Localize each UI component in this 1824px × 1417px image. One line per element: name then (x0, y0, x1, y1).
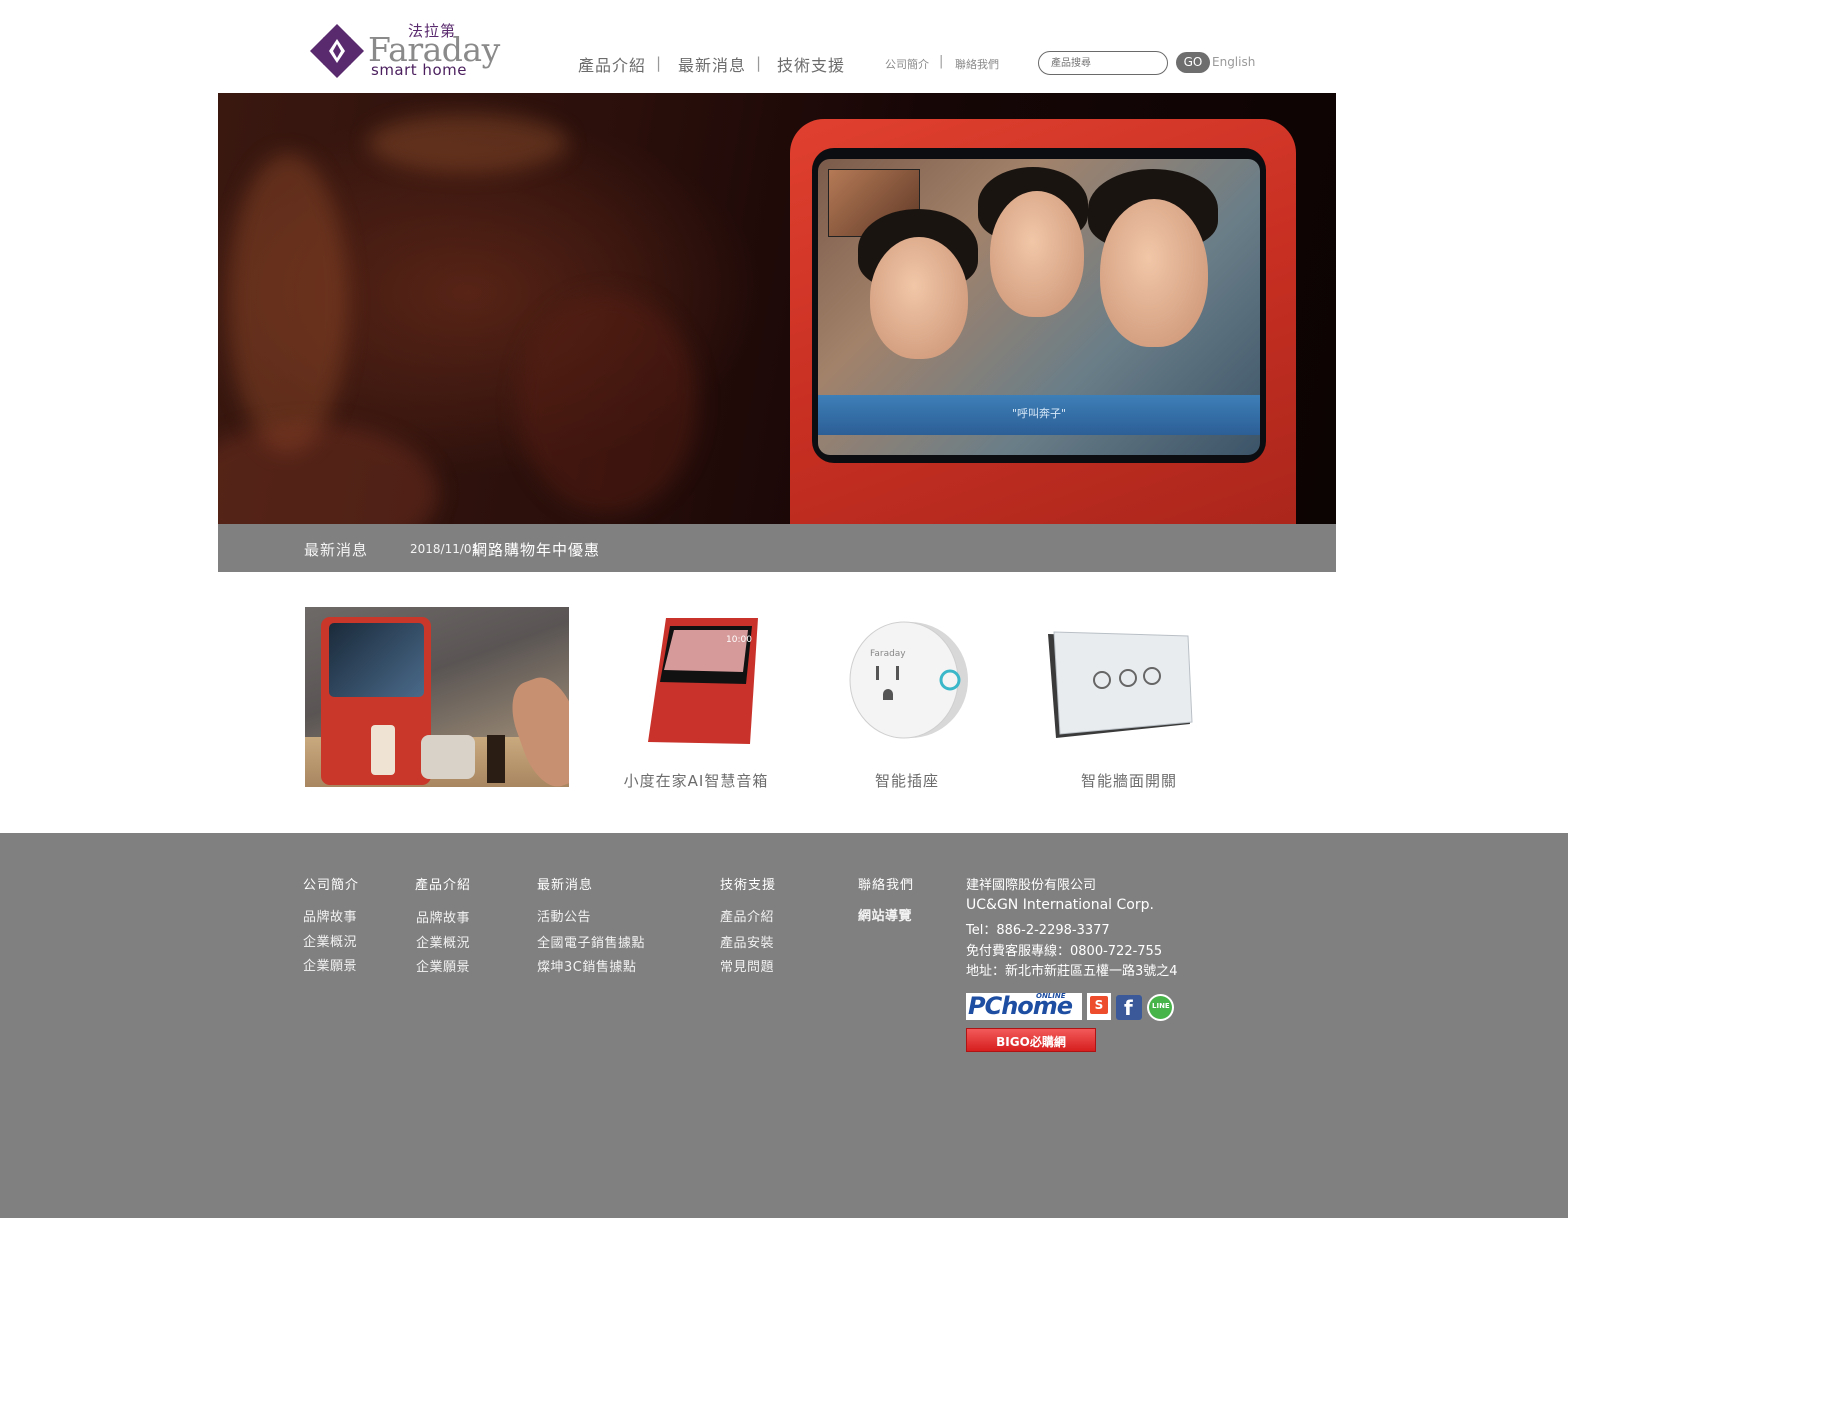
news-ticker: 最新消息 2018/11/01 網路購物年中優惠 (218, 524, 1336, 572)
news-label: 最新消息 (304, 541, 369, 559)
product-name-switch[interactable]: 智能牆面開關 (1064, 770, 1194, 791)
footer-col-about[interactable]: 公司簡介 (303, 874, 359, 893)
nav-separator: | (756, 54, 762, 72)
footer-link[interactable]: 企業願景 (416, 956, 470, 975)
nav-separator: | (656, 54, 662, 72)
footer-link[interactable]: 全國電子銷售據點 (537, 932, 645, 951)
subnav-separator: | (939, 54, 944, 69)
news-date: 2018/11/01 (410, 542, 480, 556)
pchome-store-link[interactable]: PChome ONLINE (966, 992, 1082, 1020)
subnav-about[interactable]: 公司簡介 (885, 56, 929, 72)
company-name-en: UC&GN International Corp. (966, 897, 1154, 913)
product-name-speaker[interactable]: 小度在家AI智慧音箱 (612, 770, 780, 791)
search-go-button[interactable]: GO (1176, 52, 1210, 73)
footer-link[interactable]: 燦坤3C銷售據點 (537, 956, 636, 975)
company-tel: Tel：886-2-2298-3377 (966, 923, 1110, 938)
facebook-icon[interactable]: f (1116, 995, 1142, 1020)
footer-link[interactable]: 品牌故事 (303, 906, 357, 925)
shopee-store-link[interactable]: S (1087, 993, 1111, 1020)
company-name-cn: 建祥國際股份有限公司 (966, 878, 1097, 893)
news-title-link[interactable]: 網路購物年中優惠 (472, 539, 600, 560)
logo-tagline: smart home (371, 61, 467, 79)
smart-plug-icon[interactable]: Faraday (846, 618, 970, 742)
footer-link[interactable]: 品牌故事 (416, 907, 470, 926)
product-search-input[interactable] (1038, 51, 1168, 75)
nav-news[interactable]: 最新消息 (678, 52, 746, 76)
subnav-contact[interactable]: 聯絡我們 (955, 56, 999, 72)
nav-support[interactable]: 技術支援 (777, 52, 845, 76)
product-video-thumbnail[interactable] (305, 607, 569, 787)
voice-caption-text: "呼叫奔子" (1011, 407, 1067, 420)
footer-col-news[interactable]: 最新消息 (537, 874, 593, 893)
nav-products[interactable]: 產品介紹 (578, 52, 646, 76)
wall-switch-icon[interactable] (1044, 630, 1194, 740)
footer-link[interactable]: 企業概況 (303, 931, 357, 950)
footer-link[interactable]: 產品安裝 (720, 932, 774, 951)
site-footer (0, 833, 1568, 1218)
logo-flower-icon (310, 24, 364, 78)
product-name-plug[interactable]: 智能插座 (846, 770, 968, 791)
company-hotline: 免付費客服專線：0800-722-755 (966, 944, 1163, 959)
svg-text:10:00: 10:00 (726, 635, 752, 645)
bigo-logo-text: BIGO必購網 (996, 1035, 1066, 1049)
footer-col-contact[interactable]: 聯絡我們 (858, 874, 914, 893)
smart-speaker-icon[interactable]: 10:00 (640, 612, 766, 750)
site-logo[interactable]: 法拉第 Faraday smart home (308, 18, 500, 84)
footer-link[interactable]: 企業願景 (303, 955, 357, 974)
shopee-bag-icon: S (1090, 996, 1108, 1014)
footer-col-products[interactable]: 產品介紹 (415, 874, 471, 893)
hero-banner[interactable]: "呼叫奔子" (218, 93, 1336, 524)
footer-link[interactable]: 企業概況 (416, 932, 470, 951)
footer-link[interactable]: 活動公告 (537, 906, 591, 925)
line-icon[interactable]: LINE (1147, 994, 1174, 1021)
speaker-screen-video: "呼叫奔子" (818, 159, 1260, 455)
footer-link[interactable]: 常見問題 (720, 956, 774, 975)
bigo-store-link[interactable]: BIGO必購網 (966, 1028, 1096, 1052)
footer-link-sitemap[interactable]: 網站導覽 (858, 905, 912, 924)
footer-col-support[interactable]: 技術支援 (720, 874, 776, 893)
footer-link[interactable]: 產品介紹 (720, 906, 774, 925)
language-english-link[interactable]: English (1212, 55, 1255, 69)
svg-text:Faraday: Faraday (870, 649, 906, 659)
company-address: 地址：新北市新莊區五權一路3號之4 (966, 964, 1178, 979)
pchome-online-text: ONLINE (1036, 992, 1066, 1000)
